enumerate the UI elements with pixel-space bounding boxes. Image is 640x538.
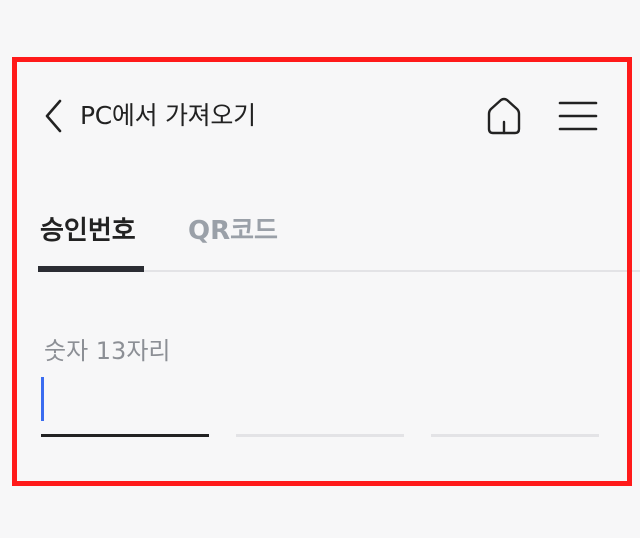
tab-active-indicator — [38, 266, 144, 272]
approval-number-field-label: 숫자 13자리 — [44, 337, 171, 365]
tab-approval-number[interactable]: 승인번호 — [38, 210, 144, 272]
app-header: PC에서 가져오기 — [0, 84, 640, 148]
menu-button[interactable] — [553, 94, 603, 138]
page-title: PC에서 가져오기 — [80, 101, 256, 130]
input-segment-2[interactable] — [236, 434, 404, 437]
tab-qr-code[interactable]: QR코드 — [188, 210, 288, 272]
input-segment-1[interactable] — [41, 434, 209, 437]
hamburger-menu-icon — [558, 101, 598, 131]
tab-qr-code-label: QR코드 — [188, 216, 278, 246]
tab-bar: 승인번호 QR코드 — [18, 200, 640, 272]
tab-approval-number-label: 승인번호 — [40, 216, 136, 246]
home-icon — [487, 97, 521, 135]
screen: PC에서 가져오기 승인번호 QR코드 숫자 13자리 — [0, 0, 640, 538]
home-button[interactable] — [482, 94, 526, 138]
input-segment-3[interactable] — [431, 434, 599, 437]
back-button[interactable] — [36, 96, 70, 136]
approval-number-input[interactable] — [41, 372, 601, 434]
chevron-left-icon — [45, 99, 62, 133]
tab-divider — [144, 270, 640, 272]
text-cursor — [41, 377, 44, 421]
